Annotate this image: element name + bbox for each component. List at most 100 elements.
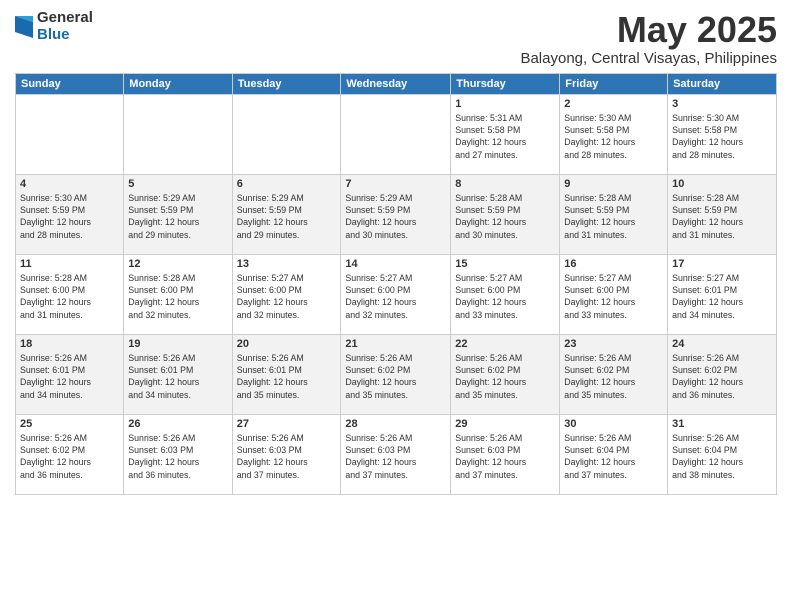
- day-number: 14: [345, 258, 446, 270]
- day-info: Sunrise: 5:26 AM Sunset: 6:01 PM Dayligh…: [237, 352, 337, 401]
- day-info: Sunrise: 5:27 AM Sunset: 6:00 PM Dayligh…: [345, 272, 446, 321]
- calendar-cell: 28Sunrise: 5:26 AM Sunset: 6:03 PM Dayli…: [341, 414, 451, 494]
- day-info: Sunrise: 5:27 AM Sunset: 6:00 PM Dayligh…: [237, 272, 337, 321]
- day-number: 13: [237, 258, 337, 270]
- day-number: 23: [564, 338, 663, 350]
- day-info: Sunrise: 5:29 AM Sunset: 5:59 PM Dayligh…: [345, 192, 446, 241]
- day-info: Sunrise: 5:26 AM Sunset: 6:02 PM Dayligh…: [20, 432, 119, 481]
- day-info: Sunrise: 5:26 AM Sunset: 6:03 PM Dayligh…: [455, 432, 555, 481]
- day-info: Sunrise: 5:26 AM Sunset: 6:04 PM Dayligh…: [672, 432, 772, 481]
- calendar-cell: 27 Sunrise: 5:26 AM Sunset: 6:03 PM Dayli…: [232, 414, 341, 494]
- day-number: 19: [128, 338, 227, 350]
- calendar-cell: [341, 94, 451, 174]
- day-number: 25: [20, 418, 119, 430]
- day-number: 15: [455, 258, 555, 270]
- day-info: Sunrise: 5:30 AM Sunset: 5:58 PM Dayligh…: [672, 112, 772, 161]
- day-number: 16: [564, 258, 663, 270]
- day-info: Sunrise: 5:28 AM Sunset: 6:00 PM Dayligh…: [128, 272, 227, 321]
- day-info: Sunrise: 5:30 AM Sunset: 5:59 PM Dayligh…: [20, 192, 119, 241]
- calendar-cell: 30Sunrise: 5:26 AM Sunset: 6:04 PM Dayli…: [560, 414, 668, 494]
- day-info: Sunrise: 5:28 AM Sunset: 5:59 PM Dayligh…: [455, 192, 555, 241]
- day-number: 5: [128, 178, 227, 190]
- day-info: Sunrise: 5:26 AM Sunset: 6:01 PM Dayligh…: [20, 352, 119, 401]
- day-info: Sunrise: 5:27 AM Sunset: 6:01 PM Dayligh…: [672, 272, 772, 321]
- main-title: May 2025: [520, 10, 777, 50]
- logo-icon: [15, 16, 33, 38]
- calendar-cell: 11 Sunrise: 5:28 AM Sunset: 6:00 PM Dayli…: [16, 254, 124, 334]
- calendar-cell: 14 Sunrise: 5:27 AM Sunset: 6:00 PM Dayli…: [341, 254, 451, 334]
- day-info: Sunrise: 5:29 AM Sunset: 5:59 PM Dayligh…: [128, 192, 227, 241]
- calendar-header-row: Sunday Monday Tuesday Wednesday Thursday…: [16, 73, 777, 94]
- calendar-cell: 12 Sunrise: 5:28 AM Sunset: 6:00 PM Dayli…: [124, 254, 232, 334]
- day-info: Sunrise: 5:28 AM Sunset: 5:59 PM Dayligh…: [672, 192, 772, 241]
- col-monday: Monday: [124, 73, 232, 94]
- day-info: Sunrise: 5:31 AM Sunset: 5:58 PM Dayligh…: [455, 112, 555, 161]
- day-number: 24: [672, 338, 772, 350]
- calendar-cell: 2 Sunrise: 5:30 AM Sunset: 5:58 PM Daylig…: [560, 94, 668, 174]
- day-info: Sunrise: 5:29 AM Sunset: 5:59 PM Dayligh…: [237, 192, 337, 241]
- calendar-cell: 22 Sunrise: 5:26 AM Sunset: 6:02 PM Dayli…: [451, 334, 560, 414]
- day-number: 6: [237, 178, 337, 190]
- calendar-cell: 3 Sunrise: 5:30 AM Sunset: 5:58 PM Daylig…: [668, 94, 777, 174]
- day-number: 20: [237, 338, 337, 350]
- calendar-cell: 15Sunrise: 5:27 AM Sunset: 6:00 PM Dayli…: [451, 254, 560, 334]
- day-number: 28: [345, 418, 446, 430]
- calendar-cell: 25 Sunrise: 5:26 AM Sunset: 6:02 PM Dayli…: [16, 414, 124, 494]
- day-info: Sunrise: 5:28 AM Sunset: 5:59 PM Dayligh…: [564, 192, 663, 241]
- day-number: 17: [672, 258, 772, 270]
- day-info: Sunrise: 5:26 AM Sunset: 6:01 PM Dayligh…: [128, 352, 227, 401]
- day-info: Sunrise: 5:27 AM Sunset: 6:00 PM Dayligh…: [564, 272, 663, 321]
- calendar-week-4: 18Sunrise: 5:26 AM Sunset: 6:01 PM Dayli…: [16, 334, 777, 414]
- col-wednesday: Wednesday: [341, 73, 451, 94]
- day-number: 22: [455, 338, 555, 350]
- day-info: Sunrise: 5:26 AM Sunset: 6:03 PM Dayligh…: [237, 432, 337, 481]
- header: General Blue May 2025 Balayong, Central …: [15, 10, 777, 67]
- col-sunday: Sunday: [16, 73, 124, 94]
- title-block: May 2025 Balayong, Central Visayas, Phil…: [520, 10, 777, 67]
- calendar-cell: 1 Sunrise: 5:31 AM Sunset: 5:58 PM Daylig…: [451, 94, 560, 174]
- calendar-cell: 31 Sunrise: 5:26 AM Sunset: 6:04 PM Dayli…: [668, 414, 777, 494]
- day-number: 27: [237, 418, 337, 430]
- day-number: 11: [20, 258, 119, 270]
- day-info: Sunrise: 5:28 AM Sunset: 6:00 PM Dayligh…: [20, 272, 119, 321]
- calendar-cell: 21Sunrise: 5:26 AM Sunset: 6:02 PM Dayli…: [341, 334, 451, 414]
- calendar-cell: 7 Sunrise: 5:29 AM Sunset: 5:59 PM Daylig…: [341, 174, 451, 254]
- calendar-cell: 16 Sunrise: 5:27 AM Sunset: 6:00 PM Dayli…: [560, 254, 668, 334]
- day-number: 12: [128, 258, 227, 270]
- calendar-cell: 4 Sunrise: 5:30 AM Sunset: 5:59 PM Daylig…: [16, 174, 124, 254]
- day-info: Sunrise: 5:26 AM Sunset: 6:02 PM Dayligh…: [455, 352, 555, 401]
- calendar-cell: [124, 94, 232, 174]
- day-info: Sunrise: 5:26 AM Sunset: 6:02 PM Dayligh…: [564, 352, 663, 401]
- day-number: 3: [672, 98, 772, 110]
- day-info: Sunrise: 5:26 AM Sunset: 6:04 PM Dayligh…: [564, 432, 663, 481]
- calendar-cell: 8 Sunrise: 5:28 AM Sunset: 5:59 PM Daylig…: [451, 174, 560, 254]
- day-number: 31: [672, 418, 772, 430]
- calendar-week-5: 25 Sunrise: 5:26 AM Sunset: 6:02 PM Dayli…: [16, 414, 777, 494]
- calendar-week-2: 4 Sunrise: 5:30 AM Sunset: 5:59 PM Daylig…: [16, 174, 777, 254]
- calendar-week-3: 11 Sunrise: 5:28 AM Sunset: 6:00 PM Dayli…: [16, 254, 777, 334]
- day-number: 4: [20, 178, 119, 190]
- day-number: 1: [455, 98, 555, 110]
- page: General Blue May 2025 Balayong, Central …: [0, 0, 792, 612]
- calendar-cell: 9 Sunrise: 5:28 AM Sunset: 5:59 PM Daylig…: [560, 174, 668, 254]
- day-number: 10: [672, 178, 772, 190]
- day-number: 2: [564, 98, 663, 110]
- calendar-cell: 20 Sunrise: 5:26 AM Sunset: 6:01 PM Dayli…: [232, 334, 341, 414]
- day-number: 8: [455, 178, 555, 190]
- col-saturday: Saturday: [668, 73, 777, 94]
- day-info: Sunrise: 5:30 AM Sunset: 5:58 PM Dayligh…: [564, 112, 663, 161]
- day-info: Sunrise: 5:26 AM Sunset: 6:02 PM Dayligh…: [345, 352, 446, 401]
- calendar-cell: 24 Sunrise: 5:26 AM Sunset: 6:02 PM Dayli…: [668, 334, 777, 414]
- calendar-cell: 13 Sunrise: 5:27 AM Sunset: 6:00 PM Dayli…: [232, 254, 341, 334]
- calendar-cell: 5 Sunrise: 5:29 AM Sunset: 5:59 PM Daylig…: [124, 174, 232, 254]
- day-number: 7: [345, 178, 446, 190]
- calendar-cell: 6 Sunrise: 5:29 AM Sunset: 5:59 PM Daylig…: [232, 174, 341, 254]
- calendar-cell: 10 Sunrise: 5:28 AM Sunset: 5:59 PM Dayli…: [668, 174, 777, 254]
- day-info: Sunrise: 5:26 AM Sunset: 6:02 PM Dayligh…: [672, 352, 772, 401]
- calendar-table: Sunday Monday Tuesday Wednesday Thursday…: [15, 73, 777, 495]
- calendar-cell: 26Sunrise: 5:26 AM Sunset: 6:03 PM Dayli…: [124, 414, 232, 494]
- calendar-cell: [16, 94, 124, 174]
- day-number: 9: [564, 178, 663, 190]
- calendar-cell: 29Sunrise: 5:26 AM Sunset: 6:03 PM Dayli…: [451, 414, 560, 494]
- day-info: Sunrise: 5:26 AM Sunset: 6:03 PM Dayligh…: [128, 432, 227, 481]
